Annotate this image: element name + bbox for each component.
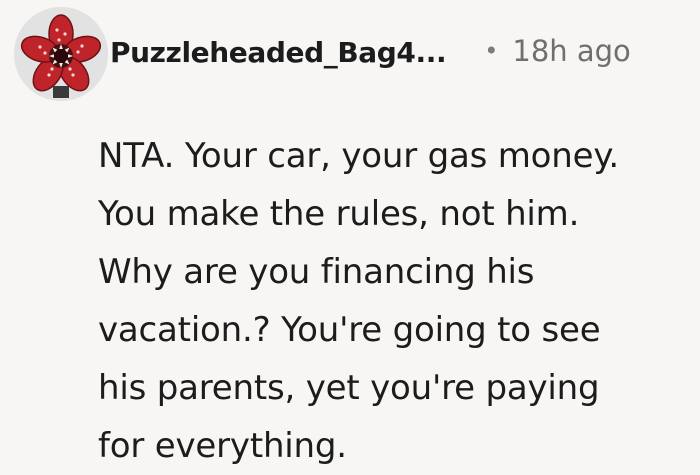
comment-line: for everything. <box>98 426 347 466</box>
comment-line: his parents, yet you're paying <box>98 368 600 408</box>
demogorgon-avatar-icon <box>14 7 108 101</box>
author-username[interactable]: Puzzleheaded_Bag4... <box>110 36 447 69</box>
comment-body: NTA. Your car, your gas money. You make … <box>98 127 688 475</box>
separator-dot: • <box>484 37 499 65</box>
comment-header: Puzzleheaded_Bag4... • 18h ago <box>14 7 631 101</box>
comment-line: Why are you financing his <box>98 252 535 292</box>
avatar[interactable] <box>14 7 108 101</box>
comment-line: You make the rules, not him. <box>98 194 580 234</box>
comment-line: NTA. Your car, your gas money. <box>98 136 620 176</box>
comment-line: vacation.? You're going to see <box>98 310 601 350</box>
comment: Puzzleheaded_Bag4... • 18h ago NTA. Your… <box>0 0 700 472</box>
comment-timestamp: 18h ago <box>512 34 631 68</box>
